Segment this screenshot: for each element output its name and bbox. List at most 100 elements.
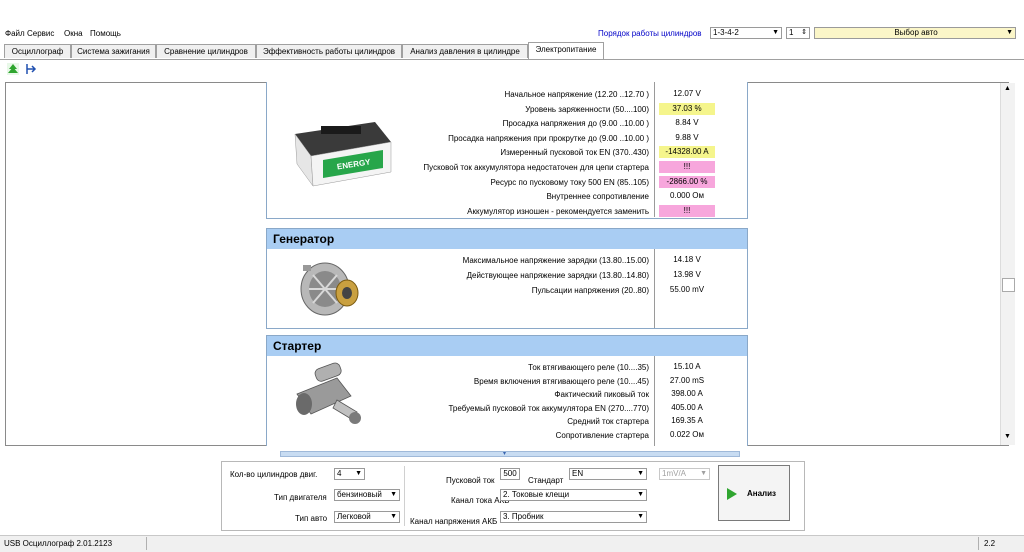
metric-label: Уровень заряженности (50....100) [525, 104, 649, 114]
metric-row: Просадка напряжения до (9.00 ..10.00 ) 8.… [267, 117, 747, 130]
metric-row: Аккумулятор изношен - рекомендуется заме… [267, 204, 747, 218]
divider [978, 537, 979, 550]
firing-order-value: 1-3-4-2 [713, 28, 739, 37]
divider [146, 537, 147, 550]
metric-value: 15.10 A [673, 362, 701, 371]
voltage-channel-select[interactable]: 3. Пробник ▼ [500, 511, 647, 523]
metric-row: Ток втягивающего реле (10....35) 15.10 A [267, 361, 747, 374]
engine-type-select[interactable]: бензиновый ▼ [334, 489, 400, 501]
scroll-up-icon[interactable]: ▲ [1004, 85, 1011, 92]
metric-value: 8.84 V [675, 118, 699, 128]
export-icon[interactable] [24, 62, 38, 76]
cylinders-label: Кол-во цилиндров двиг. [230, 470, 318, 479]
scroll-down-icon[interactable]: ▼ [1004, 433, 1011, 440]
metric-value: 27.00 mS [669, 375, 705, 385]
battery-panel: ENERGY Начальное напряжение (12.20 ..12.… [266, 82, 748, 219]
metric-label: Измеренный пусковой ток EN (370..430) [500, 148, 649, 158]
chevron-down-icon: ▼ [355, 470, 362, 477]
chevron-down-icon: ▼ [1006, 29, 1013, 36]
metric-value: -2866.00 % [659, 175, 715, 188]
scale-select[interactable]: 1mV/A ▼ [659, 468, 710, 480]
tab-ignition[interactable]: Система зажигания [71, 44, 156, 58]
metric-label: Ресурс по пусковому току 500 EN (85..105… [490, 177, 649, 187]
divider [404, 466, 405, 526]
metric-row: Время включения втягивающего реле (10...… [267, 375, 747, 388]
analyze-button[interactable]: Анализ [718, 465, 790, 521]
metric-value: 405.00 A [671, 402, 703, 412]
metric-value: 398.00 A [671, 389, 703, 399]
car-type-value: Легковой [337, 512, 371, 521]
metric-row: Пусковой ток аккумулятора недостаточен д… [267, 161, 747, 174]
cylinders-select[interactable]: 4 ▼ [334, 468, 365, 480]
standard-value: EN [572, 469, 584, 478]
menu-help[interactable]: Помощь [90, 29, 121, 38]
generator-title: Генератор [267, 229, 747, 249]
scrollbar-thumb[interactable] [1002, 278, 1015, 292]
metric-value: 12.07 V [673, 89, 701, 98]
metric-value: 14.18 V [673, 255, 701, 264]
start-current-input[interactable]: 500 [500, 468, 520, 480]
standard-select[interactable]: EN ▼ [569, 468, 647, 480]
menu-service[interactable]: Сервис [27, 29, 54, 38]
toolbar [0, 60, 1024, 80]
firing-order-label: Порядок работы цилиндров [598, 29, 702, 38]
metric-row: Максимальное напряжение зарядки (13.80..… [267, 254, 747, 267]
chevron-down-icon: ▼ [637, 470, 644, 477]
menu-file[interactable]: Файл [5, 29, 25, 38]
metric-value: 37.03 % [659, 102, 715, 115]
cylinder-spinner[interactable]: 1 ⇕ [786, 27, 810, 39]
chevron-down-icon: ▼ [637, 513, 644, 520]
metric-label: Просадка напряжения до (9.00 ..10.00 ) [502, 119, 649, 129]
metric-label: Аккумулятор изношен - рекомендуется заме… [467, 206, 649, 216]
metric-value: 169.35 A [671, 416, 703, 426]
current-channel-select[interactable]: 2. Токовые клещи ▼ [500, 489, 647, 501]
start-current-label: Пусковой ток [446, 476, 495, 485]
play-icon [727, 488, 737, 500]
car-type-select[interactable]: Легковой ▼ [334, 511, 400, 523]
tree-icon[interactable] [6, 62, 20, 76]
metric-label: Средний ток стартера [567, 417, 649, 427]
metric-label: Время включения втягивающего реле (10...… [473, 376, 649, 386]
cylinders-value: 4 [337, 469, 342, 478]
status-app-version: USB Осциллограф 2.01.2123 [4, 539, 113, 548]
panel-splitter[interactable]: ▾ [280, 451, 740, 457]
metric-label: Пусковой ток аккумулятора недостаточен д… [423, 163, 649, 172]
metric-row: Действующее напряжение зарядки (13.80..1… [267, 269, 747, 282]
vertical-scrollbar[interactable]: ▲ ▼ [1000, 83, 1015, 445]
status-right-value: 2.2 [984, 539, 996, 548]
metric-row: Внутреннее сопротивление 0.000 Ом [267, 190, 747, 203]
tab-cylinder-efficiency[interactable]: Эффективность работы цилиндров [256, 44, 402, 58]
metric-value: 55.00 mV [669, 285, 705, 294]
tab-oscillograph[interactable]: Осциллограф [4, 44, 71, 58]
chevron-down-icon: ▼ [390, 491, 397, 498]
tab-pressure-analysis[interactable]: Анализ давления в цилиндре [402, 44, 528, 58]
metric-row: Измеренный пусковой ток EN (370..430) -14… [267, 146, 747, 159]
standard-label: Стандарт [528, 476, 564, 485]
starter-panel: Стартер Ток втягивающего реле (10....35)… [266, 335, 748, 446]
metric-row: Требуемый пусковой ток аккумулятора EN (… [267, 402, 747, 415]
metric-label: Фактический пиковый ток [554, 390, 649, 400]
metric-value: 13.98 V [673, 270, 701, 279]
vehicle-select-value: Выбор авто [894, 28, 938, 37]
vehicle-select[interactable]: Выбор авто ▼ [814, 27, 1016, 39]
tab-cylinder-compare[interactable]: Сравнение цилиндров [156, 44, 256, 58]
metric-label: Требуемый пусковой ток аккумулятора EN (… [448, 403, 649, 413]
tab-power-supply[interactable]: Электропитание [528, 42, 604, 59]
metric-label: Просадка напряжения при прокрутке до (9.… [448, 133, 649, 143]
metric-row: Средний ток стартера 169.35 A [267, 415, 747, 428]
metric-value: 9.88 V [675, 132, 699, 142]
metric-value: -14328.00 A [659, 146, 715, 159]
firing-order-select[interactable]: 1-3-4-2 ▼ [710, 27, 782, 39]
metric-row: Фактический пиковый ток 398.00 A [267, 388, 747, 401]
voltage-channel-label: Канал напряжения АКБ [410, 517, 498, 526]
metric-label: Действующее напряжение зарядки (13.80..1… [466, 271, 649, 280]
voltage-channel-value: 3. Пробник [503, 512, 544, 521]
current-channel-value: 2. Токовые клещи [503, 490, 570, 499]
engine-type-label: Тип двигателя [274, 493, 327, 502]
spin-arrows-icon: ⇕ [801, 29, 807, 36]
engine-type-value: бензиновый [337, 490, 382, 499]
tab-bar: Осциллограф Система зажигания Сравнение … [0, 42, 1024, 60]
menu-windows[interactable]: Окна [64, 29, 83, 38]
generator-panel: Генератор Максимальное напряжение зарядк… [266, 228, 748, 329]
metric-label: Ток втягивающего реле (10....35) [528, 363, 649, 372]
